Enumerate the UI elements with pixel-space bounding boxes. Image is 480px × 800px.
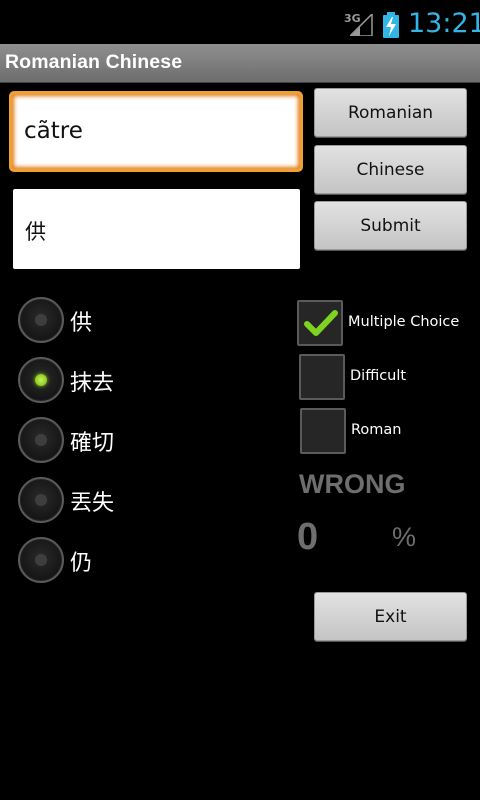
battery-charging-icon bbox=[383, 12, 399, 38]
option-label: 仍 bbox=[70, 551, 93, 576]
radio-button[interactable] bbox=[18, 357, 64, 403]
signal-icon bbox=[350, 14, 373, 36]
title-bar: Romanian Chinese bbox=[0, 44, 480, 83]
checkbox-label: Multiple Choice bbox=[348, 314, 460, 330]
option-label: 確切 bbox=[70, 431, 115, 456]
romanian-button[interactable]: Romanian bbox=[314, 88, 467, 137]
app-title: Romanian Chinese bbox=[5, 51, 183, 73]
option-label: 丟失 bbox=[70, 491, 115, 516]
chinese-button[interactable]: Chinese bbox=[314, 145, 467, 194]
option-label: 供 bbox=[70, 311, 93, 336]
option-radio[interactable]: 供 bbox=[18, 297, 278, 343]
option-radio[interactable]: 丟失 bbox=[18, 477, 278, 523]
checkbox[interactable] bbox=[300, 408, 346, 454]
status-bar: 3G 13:21 bbox=[0, 0, 480, 48]
option-radio[interactable]: 抹去 bbox=[18, 357, 278, 403]
submit-button[interactable]: Submit bbox=[314, 201, 467, 250]
answer-input[interactable]: 供 bbox=[13, 189, 300, 269]
roman-checkbox[interactable]: Roman bbox=[300, 408, 480, 454]
option-radio[interactable]: 確切 bbox=[18, 417, 278, 463]
radio-button[interactable] bbox=[18, 477, 64, 523]
radio-button[interactable] bbox=[18, 537, 64, 583]
option-label: 抹去 bbox=[70, 371, 115, 396]
score-value: 0 bbox=[297, 516, 319, 558]
checkbox-label: Difficult bbox=[350, 368, 407, 384]
app-screen: 3G 13:21 Romanian Chinese cãtre 供 Romani… bbox=[0, 0, 480, 800]
radio-button[interactable] bbox=[18, 297, 64, 343]
checkmark-icon bbox=[304, 310, 338, 336]
checkbox-label: Roman bbox=[351, 422, 402, 438]
word-input[interactable]: cãtre bbox=[9, 91, 303, 172]
option-radio[interactable]: 仍 bbox=[18, 537, 278, 583]
score-unit: % bbox=[392, 522, 417, 552]
multiple-choice-checkbox[interactable]: Multiple Choice bbox=[297, 300, 477, 346]
difficult-checkbox[interactable]: Difficult bbox=[299, 354, 479, 400]
result-status: WRONG bbox=[299, 469, 406, 499]
exit-button[interactable]: Exit bbox=[314, 592, 467, 641]
checkbox[interactable] bbox=[297, 300, 343, 346]
radio-button[interactable] bbox=[18, 417, 64, 463]
status-time: 13:21 bbox=[408, 8, 480, 39]
checkbox[interactable] bbox=[299, 354, 345, 400]
